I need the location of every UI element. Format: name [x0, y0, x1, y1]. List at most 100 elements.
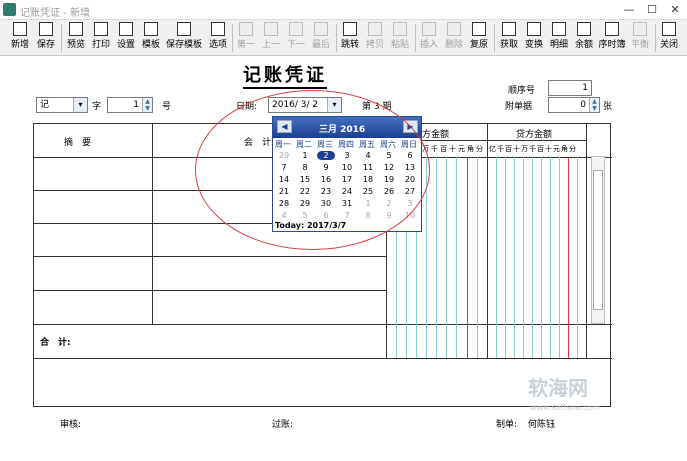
calendar-day[interactable]: 3 — [401, 199, 419, 208]
first-button[interactable]: 第一 — [234, 22, 258, 54]
close-button[interactable]: 关闭 — [657, 22, 681, 54]
restore-button[interactable]: 复原 — [467, 22, 491, 54]
calendar-day[interactable]: 6 — [317, 211, 335, 220]
calendar-day[interactable]: 31 — [338, 199, 356, 208]
calendar-day[interactable]: 30 — [317, 199, 335, 208]
next-month-icon[interactable]: ▶ — [403, 120, 418, 133]
settings-button[interactable]: 设置 — [114, 22, 138, 54]
voucher-number-input[interactable]: 1 ▲ ▼ — [107, 97, 153, 113]
seq-input[interactable]: 1 — [548, 80, 592, 96]
calendar-day[interactable]: 12 — [380, 163, 398, 172]
calendar-day[interactable]: 5 — [380, 151, 398, 160]
calendar-day[interactable]: 29 — [275, 151, 293, 160]
calendar-day[interactable]: 26 — [380, 187, 398, 196]
weekday-label: 周六 — [380, 140, 396, 149]
calendar-day[interactable]: 8 — [296, 163, 314, 172]
calendar-day[interactable]: 20 — [401, 175, 419, 184]
calendar-day[interactable]: 19 — [380, 175, 398, 184]
delete-button[interactable]: 删除 — [442, 22, 466, 54]
number-spinner-icon[interactable]: ▲ ▼ — [142, 98, 152, 112]
calendar-day[interactable]: 4 — [275, 211, 293, 220]
calendar-day[interactable]: 28 — [275, 199, 293, 208]
calendar-day[interactable]: 29 — [296, 199, 314, 208]
save-template-button[interactable]: 保存模板 — [164, 22, 204, 54]
credit-header: 贷方金额 — [516, 130, 553, 140]
date-picker-input[interactable]: 2016/ 3/ 2 ▾ — [268, 97, 342, 113]
number-label: 号 — [162, 102, 172, 112]
journal-button[interactable]: 序时簿 — [597, 22, 627, 54]
calendar-day[interactable]: 25 — [359, 187, 377, 196]
copy-button[interactable]: 拷贝 — [363, 22, 387, 54]
total-label: 合 计: — [40, 338, 71, 348]
calendar-day[interactable]: 21 — [275, 187, 293, 196]
balance-button[interactable]: 余额 — [572, 22, 596, 54]
weekday-label: 周日 — [401, 140, 417, 149]
voucher-word-select[interactable]: 记 ▾ — [36, 97, 88, 113]
maximize-button[interactable]: ☐ — [640, 1, 664, 18]
calendar-day[interactable]: 9 — [317, 163, 335, 172]
calendar-day[interactable]: 7 — [275, 163, 293, 172]
options-button[interactable]: 选项 — [206, 22, 230, 54]
calendar-day[interactable]: 27 — [401, 187, 419, 196]
insert-button[interactable]: 插入 — [417, 22, 441, 54]
calendar-day[interactable]: 10 — [401, 211, 419, 220]
paste-icon — [393, 22, 407, 36]
preview-button[interactable]: 预览 — [64, 22, 88, 54]
calendar-day[interactable]: 3 — [338, 151, 356, 160]
calendar-day-selected[interactable]: 2 — [317, 151, 335, 160]
word-label: 字 — [92, 102, 102, 112]
print-button[interactable]: 打印 — [89, 22, 113, 54]
chevron-down-icon[interactable]: ▾ — [73, 98, 87, 112]
calendar-day[interactable]: 5 — [296, 211, 314, 220]
options-icon — [211, 22, 225, 36]
minimize-button[interactable]: — — [617, 1, 641, 18]
template-button[interactable]: 模板 — [139, 22, 163, 54]
calendar-day[interactable]: 11 — [359, 163, 377, 172]
balance-check-button[interactable]: 平衡 — [628, 22, 652, 54]
calendar-day[interactable]: 16 — [317, 175, 335, 184]
date-label: 日期: — [236, 102, 258, 112]
vertical-scrollbar[interactable] — [591, 156, 605, 324]
calendar-day[interactable]: 18 — [359, 175, 377, 184]
attach-spinner-icon[interactable]: ▲ ▼ — [589, 98, 599, 112]
save-button[interactable]: 保存 — [34, 22, 58, 54]
prev-month-icon[interactable]: ◀ — [277, 120, 292, 133]
watermark-url: www.softsea.com — [530, 403, 600, 412]
first-icon — [239, 22, 253, 36]
calendar-day[interactable]: 8 — [359, 211, 377, 220]
calendar-day[interactable]: 1 — [359, 199, 377, 208]
maker-label: 制单: — [496, 420, 518, 430]
transform-button[interactable]: 变换 — [522, 22, 546, 54]
calendar-day[interactable]: 13 — [401, 163, 419, 172]
fetch-button[interactable]: 获取 — [497, 22, 521, 54]
calendar-day[interactable]: 24 — [338, 187, 356, 196]
today-link[interactable]: Today: 2017/3/7 — [275, 221, 346, 230]
paste-button[interactable]: 粘贴 — [388, 22, 412, 54]
attach-count-input[interactable]: 0 ▲ ▼ — [548, 97, 600, 113]
detail-button[interactable]: 明细 — [547, 22, 571, 54]
calendar-day[interactable]: 17 — [338, 175, 356, 184]
calendar-day[interactable]: 23 — [317, 187, 335, 196]
last-button[interactable]: 最后 — [309, 22, 333, 54]
account-header: 会 计 — [244, 138, 272, 148]
close-window-button[interactable]: ✕ — [663, 1, 687, 18]
new-button[interactable]: 新增 — [8, 22, 32, 54]
calendar-day[interactable]: 6 — [401, 151, 419, 160]
calendar-day[interactable]: 22 — [296, 187, 314, 196]
goto-button[interactable]: 跳转 — [338, 22, 362, 54]
next-button[interactable]: 下一 — [284, 22, 308, 54]
prev-button[interactable]: 上一 — [259, 22, 283, 54]
calendar-dropdown-icon[interactable]: ▾ — [327, 98, 341, 112]
calendar-day[interactable]: 1 — [296, 151, 314, 160]
credit-digits: 亿千百十万千百十元角分 — [489, 145, 577, 153]
calendar-day[interactable]: 9 — [380, 211, 398, 220]
calendar-day[interactable]: 2 — [380, 199, 398, 208]
restore-icon — [472, 22, 486, 36]
save-icon — [39, 22, 53, 36]
calendar-day[interactable]: 4 — [359, 151, 377, 160]
calendar-day[interactable]: 14 — [275, 175, 293, 184]
calendar-day[interactable]: 10 — [338, 163, 356, 172]
calendar-day[interactable]: 15 — [296, 175, 314, 184]
calendar-day[interactable]: 7 — [338, 211, 356, 220]
scrollbar-thumb[interactable] — [593, 170, 603, 310]
